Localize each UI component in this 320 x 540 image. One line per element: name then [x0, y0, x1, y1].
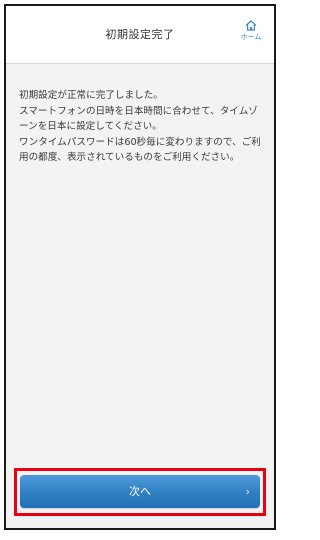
home-button[interactable]: ホーム — [236, 20, 266, 52]
home-icon — [236, 20, 266, 31]
message-paragraph-2: ワンタイムパスワードは60秒毎に変わりますので、ご利用の都度、表示されているもの… — [19, 136, 261, 164]
chevron-right-icon: › — [245, 485, 250, 498]
message-paragraph-1: 初期設定が正常に完了しました。 スマートフォンの日時を日本時間に合わせて、タイム… — [19, 90, 258, 132]
next-button-label: 次へ — [129, 485, 151, 498]
completion-message: 初期設定が正常に完了しました。 スマートフォンの日時を日本時間に合わせて、タイム… — [19, 88, 265, 166]
next-button[interactable]: 次へ › — [20, 475, 260, 508]
home-label: ホーム — [240, 33, 262, 41]
header-bar: 初期設定完了 ホーム — [6, 6, 274, 64]
app-screen: 初期設定完了 ホーム 初期設定が正常に完了しました。 スマートフォンの日時を日本… — [4, 4, 276, 530]
page-title: 初期設定完了 — [105, 28, 175, 41]
